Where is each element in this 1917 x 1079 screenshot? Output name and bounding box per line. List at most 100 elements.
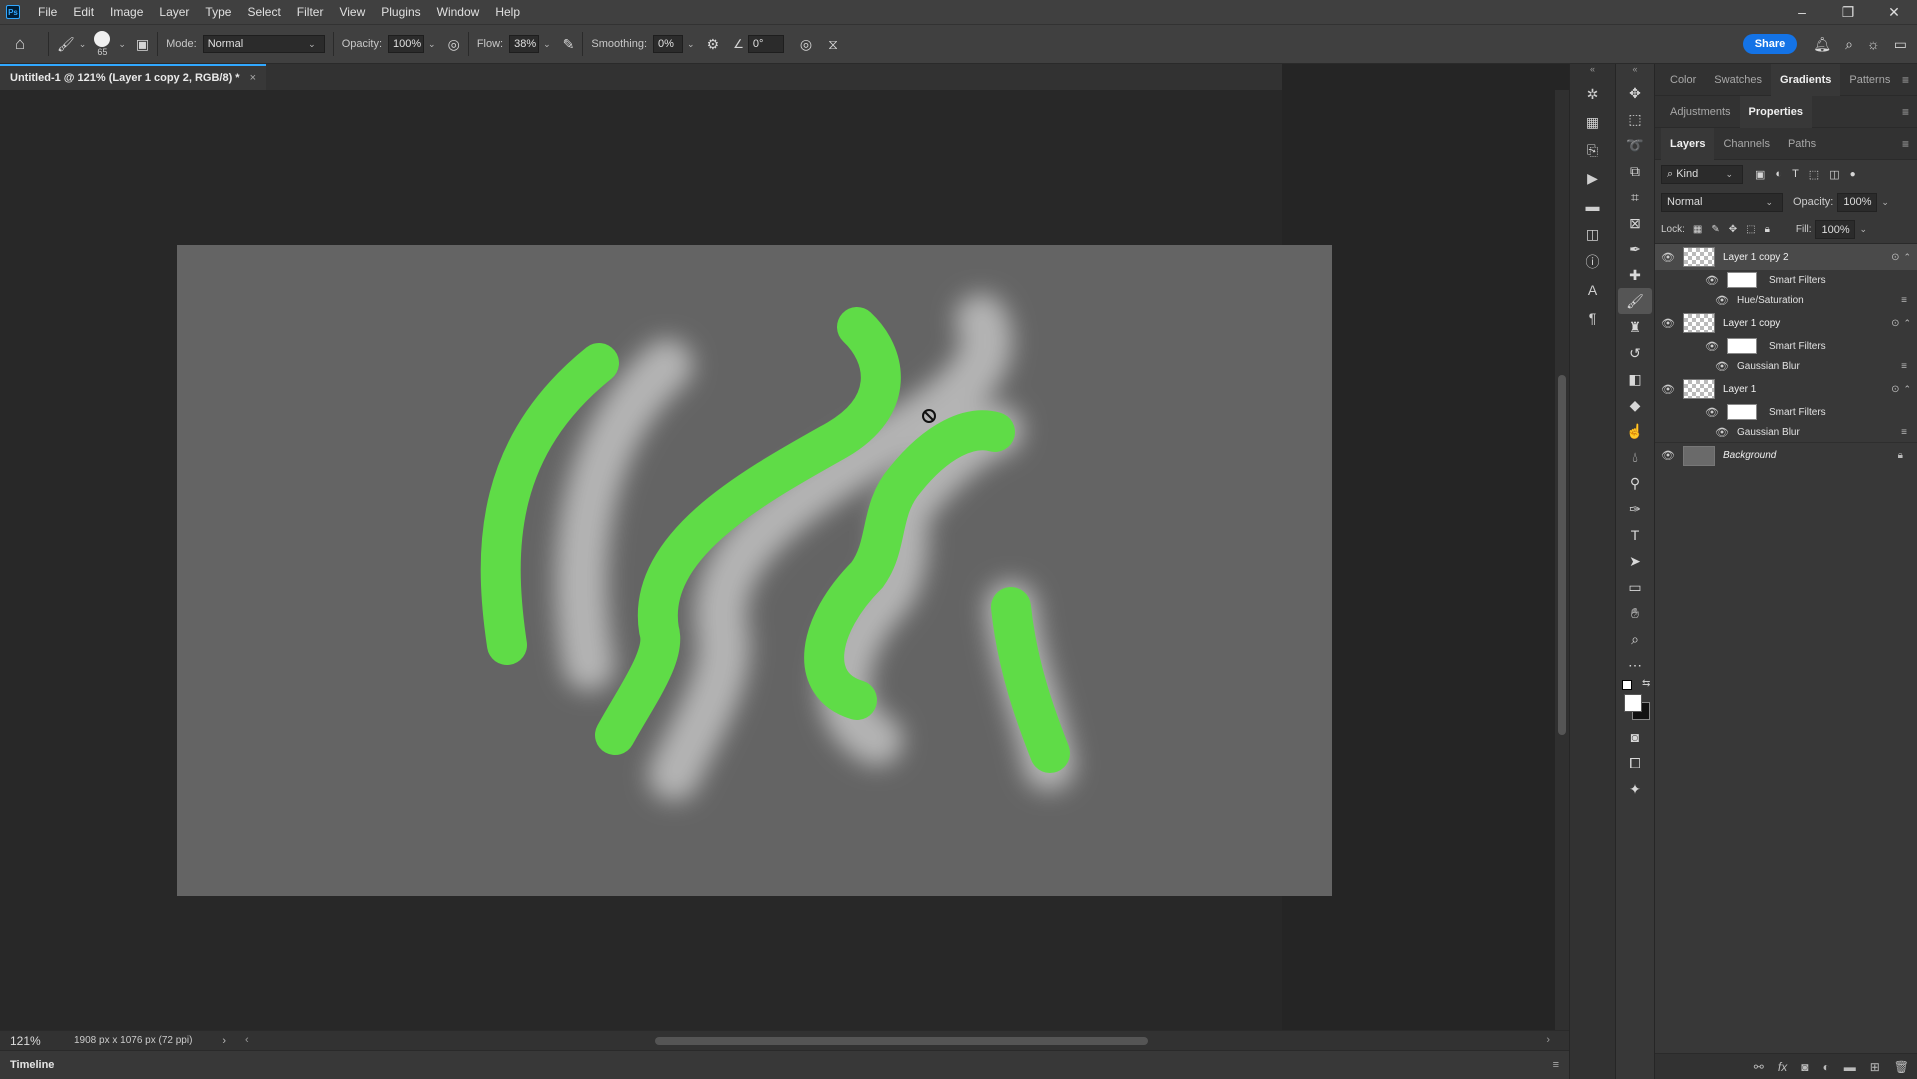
menu-layer[interactable]: Layer (151, 0, 197, 24)
visibility-eye-icon[interactable]: 👁︎ (1715, 294, 1729, 307)
smoothing-input[interactable]: 0% (653, 35, 684, 53)
filter-adjustment-icon[interactable]: ◐ (1775, 168, 1782, 180)
close-icon[interactable]: ✕ (1871, 0, 1917, 24)
filter-options-icon[interactable]: ≡ (1901, 295, 1907, 306)
lock-icon[interactable]: 🔒︎ (1898, 450, 1903, 461)
menu-type[interactable]: Type (197, 0, 239, 24)
quick-mask-icon[interactable]: ◙ (1618, 724, 1652, 750)
lasso-tool-icon[interactable]: ➰ (1618, 132, 1652, 158)
smudge-tool-icon[interactable]: ☝ (1618, 418, 1652, 444)
blend-mode-select[interactable]: Normal ⌄ (1661, 192, 1783, 212)
path-select-tool-icon[interactable]: ➤ (1618, 548, 1652, 574)
chevron-down-icon[interactable]: ⌄ (428, 39, 436, 50)
lock-all-icon[interactable]: 🔒︎ (1765, 224, 1770, 235)
opacity-input[interactable]: 100% (388, 35, 425, 53)
layer-row[interactable]: 👁︎ Layer 1 copy ⊙ ⌃ (1655, 310, 1917, 336)
new-group-icon[interactable]: ▬ (1844, 1060, 1856, 1074)
collapse-arrow-icon[interactable]: ⌃ (1903, 384, 1911, 395)
menu-image[interactable]: Image (102, 0, 151, 24)
brush-settings-panel-icon[interactable]: ▣ (136, 36, 149, 53)
tab-patterns[interactable]: Patterns (1840, 64, 1899, 96)
layer-name[interactable]: Layer 1 (1723, 384, 1756, 395)
airbrush-icon[interactable]: ✎ (563, 36, 575, 53)
vertical-scrollbar[interactable] (1555, 90, 1569, 1030)
minimize-icon[interactable]: – (1779, 0, 1825, 24)
status-menu-arrow-icon[interactable]: › (222, 1035, 226, 1047)
paragraph-icon[interactable]: ¶ (1573, 304, 1613, 332)
close-icon[interactable]: × (250, 72, 256, 84)
vertical-scrollbar-thumb[interactable] (1558, 375, 1566, 735)
history-icon[interactable]: ⎘ (1573, 136, 1613, 164)
paint-bucket-tool-icon[interactable]: ◆ (1618, 392, 1652, 418)
horizontal-scrollbar-thumb[interactable] (655, 1037, 1148, 1045)
document-tab[interactable]: Untitled-1 @ 121% (Layer 1 copy 2, RGB/8… (0, 64, 267, 90)
screen-mode-icon[interactable]: ⧠ (1618, 750, 1652, 776)
adjustment-layer-icon[interactable]: ◐ (1822, 1060, 1829, 1074)
foreground-color-swatch[interactable] (1624, 694, 1642, 712)
pressure-opacity-icon[interactable]: ◎ (448, 36, 460, 53)
menu-filter[interactable]: Filter (289, 0, 332, 24)
comments-icon[interactable]: ▬ (1573, 192, 1613, 220)
filter-smart-object-icon[interactable]: ◫ (1829, 168, 1839, 181)
collapse-icon[interactable]: « (1616, 64, 1654, 80)
color-swatches[interactable]: ⇆ (1616, 678, 1654, 724)
filter-shape-icon[interactable]: ⬚ (1809, 168, 1819, 181)
background-layer-row[interactable]: 👁︎ Background 🔒︎ (1655, 442, 1917, 468)
panel-menu-icon[interactable]: ≡ (1902, 73, 1909, 87)
tab-paths[interactable]: Paths (1779, 128, 1825, 160)
default-colors-icon[interactable] (1622, 680, 1632, 690)
filter-options-icon[interactable]: ≡ (1901, 361, 1907, 372)
chevron-down-icon[interactable]: ⌄ (79, 39, 87, 50)
visibility-eye-icon[interactable]: 👁︎ (1705, 406, 1719, 419)
tab-layers[interactable]: Layers (1661, 127, 1715, 160)
share-button[interactable]: Share (1742, 34, 1798, 54)
frame-tool-icon[interactable]: ⊠ (1618, 210, 1652, 236)
clone-stamp-tool-icon[interactable]: ♜ (1618, 314, 1652, 340)
search-icon[interactable]: ⌕ (1845, 36, 1853, 53)
layer-row[interactable]: 👁︎ Layer 1 copy 2 ⊙ ⌃ (1655, 244, 1917, 270)
object-select-tool-icon[interactable]: ⧉ (1618, 158, 1652, 184)
menu-file[interactable]: File (30, 0, 65, 24)
smart-filters-row[interactable]: 👁︎ Smart Filters (1655, 402, 1917, 422)
layer-name[interactable]: Layer 1 copy 2 (1723, 252, 1789, 263)
info-icon[interactable]: ⓘ (1573, 248, 1613, 276)
character-icon[interactable]: A (1573, 276, 1613, 304)
timeline-tab[interactable]: Timeline (0, 1059, 54, 1071)
swap-colors-icon[interactable]: ⇆ (1642, 678, 1650, 689)
visibility-eye-icon[interactable]: 👁︎ (1715, 426, 1729, 439)
lock-transparent-icon[interactable]: ▦ (1693, 224, 1702, 235)
gear-icon[interactable]: ⚙ (707, 36, 720, 53)
tab-channels[interactable]: Channels (1714, 128, 1778, 160)
menu-plugins[interactable]: Plugins (373, 0, 428, 24)
filter-row[interactable]: 👁︎ Gaussian Blur ≡ (1655, 422, 1917, 442)
eraser-tool-icon[interactable]: ◧ (1618, 366, 1652, 392)
chevron-down-icon[interactable]: ⌄ (118, 39, 126, 50)
mode-select[interactable]: Normal ⌄ (202, 35, 325, 53)
discover-icon[interactable]: ☼ (1867, 36, 1880, 52)
menu-select[interactable]: Select (239, 0, 288, 24)
more-tools-icon[interactable]: ⋯ (1618, 652, 1652, 678)
filter-pixel-icon[interactable]: ▣ (1755, 168, 1765, 181)
dodge-tool-icon[interactable]: ⚲ (1618, 470, 1652, 496)
filter-row[interactable]: 👁︎ Gaussian Blur ≡ (1655, 356, 1917, 376)
fill-input[interactable]: 100% (1815, 220, 1856, 239)
scroll-left-icon[interactable]: ‹ (245, 1034, 249, 1046)
symmetry-icon[interactable]: ⧖ (828, 36, 838, 53)
smart-filters-row[interactable]: 👁︎ Smart Filters (1655, 270, 1917, 290)
visibility-eye-icon[interactable]: 👁︎ (1661, 383, 1675, 396)
flow-input[interactable]: 38% (509, 35, 540, 53)
restore-icon[interactable]: ❐ (1825, 0, 1871, 24)
brush-tool-icon[interactable]: 🖌 (1618, 288, 1652, 314)
document-canvas[interactable] (177, 245, 1332, 896)
crop-tool-icon[interactable]: ⌗ (1618, 184, 1652, 210)
zoom-level[interactable]: 121% (0, 1034, 58, 1048)
chevron-down-icon[interactable]: ⌄ (687, 39, 695, 50)
brush-preset-icon[interactable]: 🖌 (57, 36, 75, 53)
panel-menu-icon[interactable]: ≡ (1902, 137, 1909, 151)
panel-menu-icon[interactable]: ≡ (1902, 105, 1909, 119)
filter-type-icon[interactable]: T (1792, 168, 1799, 180)
visibility-eye-icon[interactable]: 👁︎ (1705, 340, 1719, 353)
new-layer-icon[interactable]: ⊞ (1870, 1060, 1880, 1074)
history-brush-tool-icon[interactable]: ↺ (1618, 340, 1652, 366)
hand-tool-icon[interactable]: ✋︎ (1618, 600, 1652, 626)
